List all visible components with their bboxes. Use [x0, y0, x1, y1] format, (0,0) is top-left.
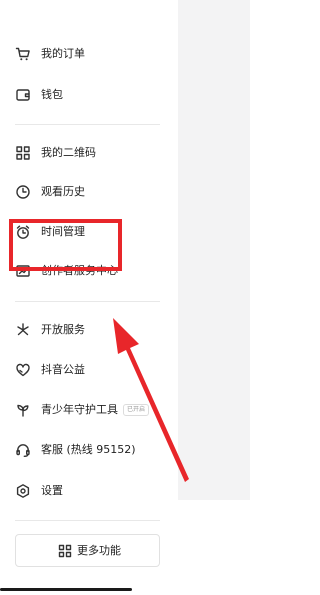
- menu-item-label: 青少年守护工具: [41, 403, 118, 416]
- gear-icon: [16, 484, 30, 498]
- home-indicator: [0, 588, 132, 591]
- qrcode-icon: [16, 146, 30, 160]
- menu-item-qrcode[interactable]: 我的二维码: [0, 134, 178, 172]
- status-badge: 已开启: [123, 404, 150, 416]
- divider: [15, 301, 160, 302]
- sprout-icon: [17, 404, 29, 417]
- menu-item-settings[interactable]: 设置: [0, 472, 178, 510]
- more-features-label: 更多功能: [77, 544, 121, 557]
- divider: [15, 124, 160, 125]
- dimmed-background[interactable]: [178, 0, 250, 500]
- annotation-highlight-box: [9, 219, 122, 271]
- menu-item-open-service[interactable]: 开放服务: [0, 311, 178, 349]
- menu-item-label: 客服 (热线 95152): [41, 443, 136, 456]
- menu-item-label: 观看历史: [41, 185, 85, 198]
- clock-icon: [16, 185, 30, 199]
- grid-icon: [58, 544, 72, 558]
- menu-item-label: 我的订单: [41, 47, 85, 60]
- cart-icon: [15, 47, 30, 61]
- menu-item-orders[interactable]: 我的订单: [0, 35, 178, 73]
- menu-item-label: 钱包: [41, 88, 63, 101]
- menu-item-label: 开放服务: [41, 323, 85, 336]
- menu-item-label-wrap: 青少年守护工具 已开启: [41, 402, 150, 418]
- divider: [15, 520, 160, 521]
- menu-item-wallet[interactable]: 钱包: [0, 76, 178, 114]
- headset-icon: [16, 444, 30, 457]
- asterisk-icon: [17, 323, 29, 336]
- menu-item-customer-service[interactable]: 客服 (热线 95152): [0, 431, 178, 469]
- menu-item-youth-protection[interactable]: 青少年守护工具 已开启: [0, 391, 178, 429]
- menu-item-label: 抖音公益: [41, 363, 85, 376]
- menu-item-history[interactable]: 观看历史: [0, 173, 178, 211]
- menu-item-charity[interactable]: 抖音公益: [0, 351, 178, 389]
- menu-item-label: 我的二维码: [41, 146, 96, 159]
- wallet-icon: [16, 89, 30, 101]
- heart-icon: [16, 363, 30, 377]
- menu-item-label: 设置: [41, 484, 63, 497]
- side-drawer: 我的订单 钱包 我的二维码 观看历史 时间管理 创作者服务中心 开放服务 抖音公…: [0, 0, 178, 595]
- more-features-button[interactable]: 更多功能: [15, 534, 160, 567]
